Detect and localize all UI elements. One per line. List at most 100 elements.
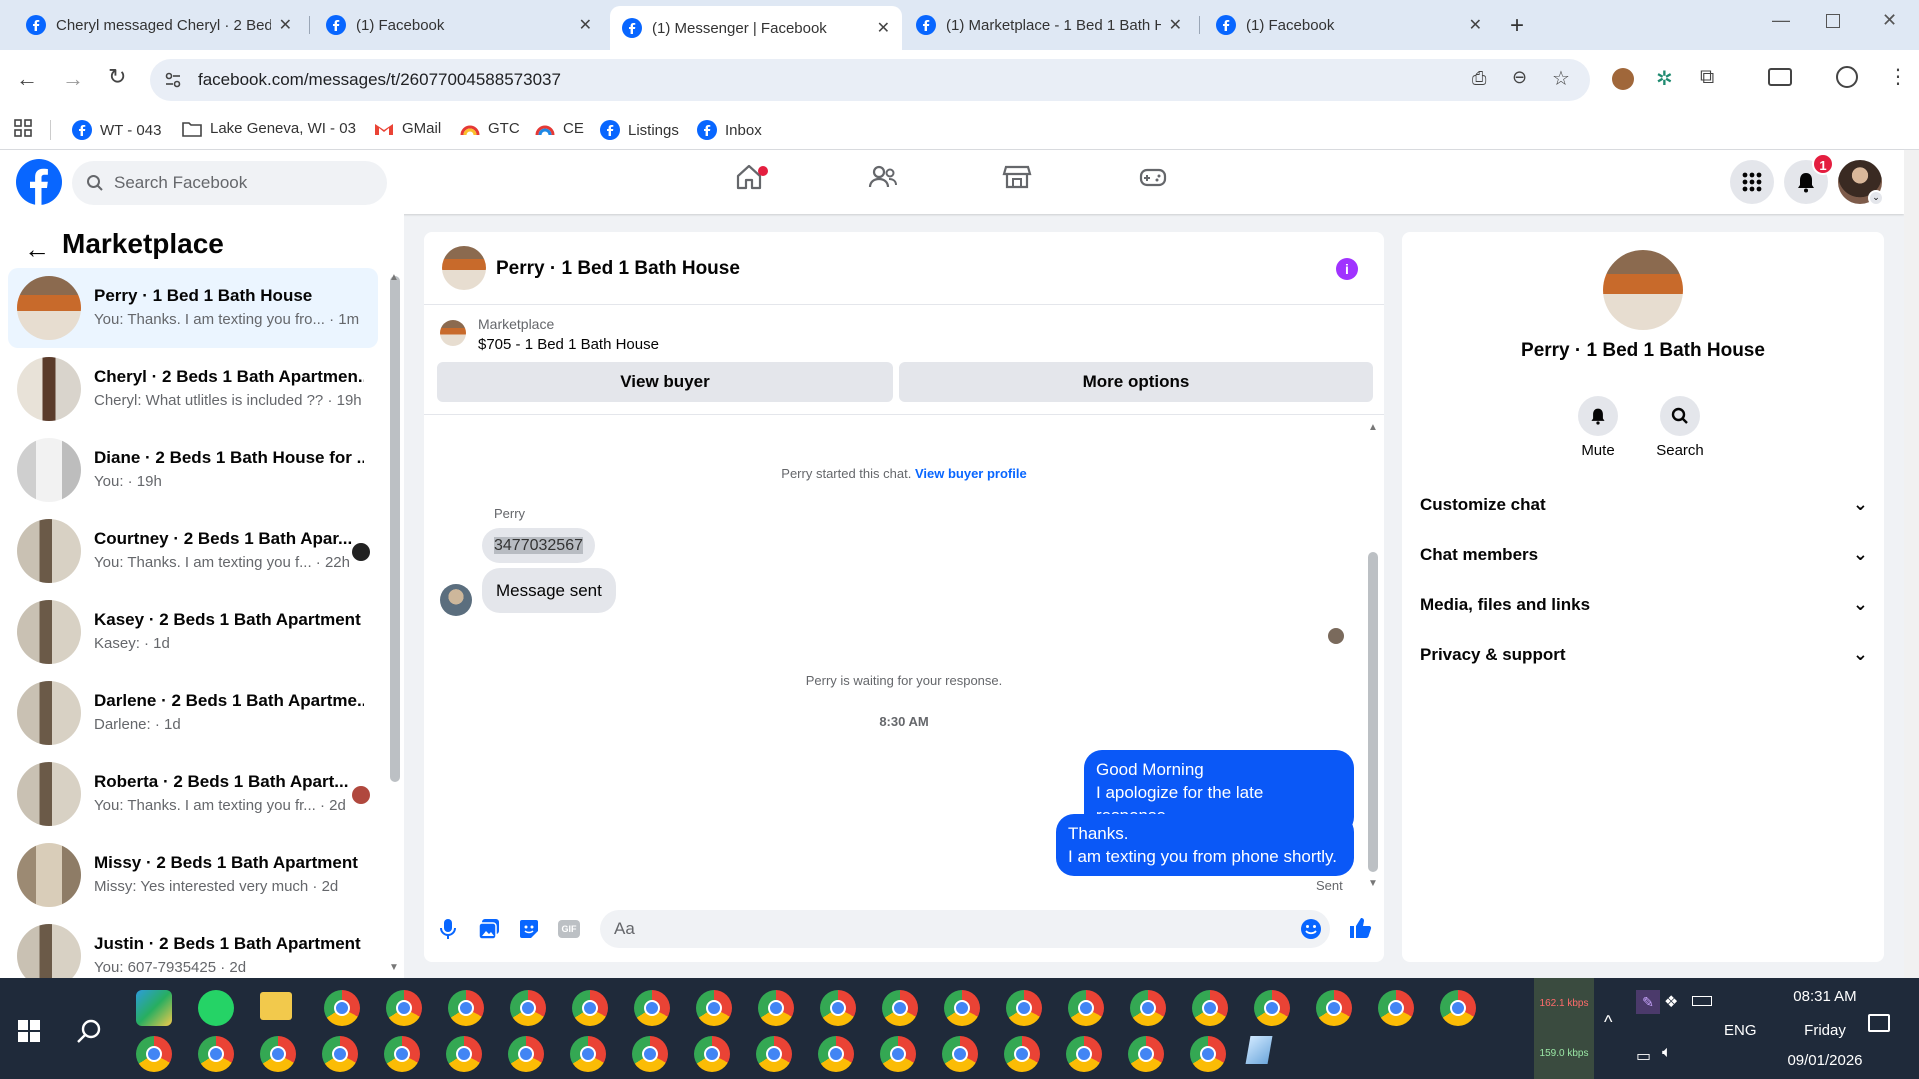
- notes-app-icon[interactable]: [1245, 1036, 1273, 1064]
- tab-facebook-2[interactable]: (1) Facebook ✕: [1204, 6, 1494, 44]
- chrome-icon[interactable]: [1192, 990, 1228, 1026]
- conversation-item[interactable]: Diane · 2 Beds 1 Bath House for ... You:…: [8, 430, 378, 510]
- chrome-icon[interactable]: [570, 1036, 606, 1072]
- scroll-down-icon[interactable]: ▼: [389, 962, 399, 973]
- chat-title[interactable]: Perry · 1 Bed 1 Bath House: [496, 258, 740, 280]
- cookie-extension-icon[interactable]: [1612, 68, 1634, 90]
- info-avatar[interactable]: [1603, 250, 1683, 330]
- search-chat-button[interactable]: [1660, 396, 1700, 436]
- apps-grid-icon[interactable]: [14, 119, 40, 137]
- url-text[interactable]: facebook.com/messages/t/2607700458857303…: [198, 70, 561, 90]
- volume-icon[interactable]: 🔈︎: [1662, 1044, 1672, 1062]
- whatsapp-icon[interactable]: [198, 990, 234, 1026]
- cast-icon[interactable]: [1768, 68, 1792, 86]
- site-info-icon[interactable]: [164, 71, 182, 89]
- chrome-icon[interactable]: [696, 990, 732, 1026]
- conversation-item[interactable]: Kasey · 2 Beds 1 Bath Apartment Kasey: ·…: [8, 592, 378, 672]
- conversation-item[interactable]: Perry · 1 Bed 1 Bath House You: Thanks. …: [8, 268, 378, 348]
- pen-icon[interactable]: ✎: [1636, 990, 1660, 1014]
- conversation-item[interactable]: Roberta · 2 Beds 1 Bath Apart... You: Th…: [8, 754, 378, 834]
- minimize-icon[interactable]: —: [1772, 10, 1790, 31]
- chrome-icon[interactable]: [572, 990, 608, 1026]
- chrome-icon[interactable]: [758, 990, 794, 1026]
- menu-icon[interactable]: ⋮: [1888, 64, 1908, 89]
- bookmark-gtc[interactable]: GTC: [460, 120, 520, 137]
- zoom-icon[interactable]: ⊖: [1512, 67, 1527, 88]
- chrome-icon[interactable]: [136, 1036, 172, 1072]
- bookmark-gmail[interactable]: GMail: [374, 120, 441, 137]
- chrome-icon[interactable]: [1068, 990, 1104, 1026]
- chrome-icon[interactable]: [446, 1036, 482, 1072]
- chrome-icon[interactable]: [944, 990, 980, 1026]
- chrome-icon[interactable]: [1254, 990, 1290, 1026]
- bookmark-ce[interactable]: CE: [535, 120, 584, 137]
- scroll-up-icon[interactable]: ▲: [389, 272, 399, 283]
- gif-icon[interactable]: GIF: [558, 920, 580, 938]
- chrome-icon[interactable]: [386, 990, 422, 1026]
- view-buyer-profile-link[interactable]: View buyer profile: [915, 466, 1027, 481]
- message-input[interactable]: Aa: [600, 910, 1330, 948]
- network-icon[interactable]: ▭: [1636, 1046, 1651, 1066]
- chrome-icon[interactable]: [322, 1036, 358, 1072]
- omnibox[interactable]: facebook.com/messages/t/2607700458857303…: [150, 59, 1590, 101]
- bookmark-listings[interactable]: Listings: [600, 120, 679, 140]
- chrome-icon[interactable]: [324, 990, 360, 1026]
- listing-price[interactable]: $705 - 1 Bed 1 Bath House: [478, 336, 659, 353]
- chrome-icon[interactable]: [756, 1036, 792, 1072]
- gaming-icon[interactable]: [1138, 162, 1168, 192]
- conversation-item[interactable]: Cheryl · 2 Beds 1 Bath Apartmen... Chery…: [8, 349, 378, 429]
- chrome-icon[interactable]: [632, 1036, 668, 1072]
- close-icon[interactable]: ✕: [877, 18, 890, 38]
- chrome-icon[interactable]: [694, 1036, 730, 1072]
- bookmark-inbox[interactable]: Inbox: [697, 120, 762, 140]
- close-icon[interactable]: ✕: [279, 15, 292, 35]
- sidebar-scrollbar[interactable]: [390, 276, 400, 782]
- sticker-icon[interactable]: [518, 918, 540, 940]
- close-icon[interactable]: ✕: [579, 15, 592, 35]
- emoji-icon[interactable]: [1300, 918, 1322, 940]
- tab-cheryl[interactable]: Cheryl messaged Cheryl · 2 Bed ✕: [14, 6, 304, 44]
- photo-icon[interactable]: [478, 918, 500, 940]
- chevron-up-icon[interactable]: ^: [1604, 1012, 1612, 1033]
- menu-grid-button[interactable]: [1730, 160, 1774, 204]
- view-buyer-button[interactable]: View buyer: [437, 362, 893, 402]
- chrome-icon[interactable]: [1316, 990, 1352, 1026]
- chrome-icon[interactable]: [1006, 990, 1042, 1026]
- windows-start-icon[interactable]: [18, 1020, 40, 1042]
- profile-icon[interactable]: [1836, 66, 1858, 88]
- marketplace-icon[interactable]: [1002, 162, 1032, 192]
- reload-icon[interactable]: ↻: [108, 64, 126, 90]
- more-options-button[interactable]: More options: [899, 362, 1373, 402]
- chrome-icon[interactable]: [634, 990, 670, 1026]
- message-bubble-outgoing[interactable]: Thanks. I am texting you from phone shor…: [1056, 814, 1354, 876]
- chrome-icon[interactable]: [510, 990, 546, 1026]
- close-icon[interactable]: ✕: [1169, 15, 1182, 35]
- chrome-icon[interactable]: [1128, 1036, 1164, 1072]
- chrome-icon[interactable]: [508, 1036, 544, 1072]
- chrome-icon[interactable]: [882, 990, 918, 1026]
- section-privacy-support[interactable]: Privacy & support ⌄: [1420, 644, 1868, 665]
- chrome-icon[interactable]: [1066, 1036, 1102, 1072]
- star-icon[interactable]: ☆: [1552, 66, 1570, 91]
- tab-facebook[interactable]: (1) Facebook ✕: [314, 6, 604, 44]
- back-arrow-icon[interactable]: ←: [24, 234, 50, 265]
- bookmark-lake-geneva[interactable]: Lake Geneva, WI - 03: [182, 120, 356, 137]
- section-customize-chat[interactable]: Customize chat ⌄: [1420, 494, 1868, 515]
- message-bubble[interactable]: 3477032567: [482, 528, 595, 563]
- notification-center-icon[interactable]: [1868, 1014, 1890, 1032]
- clock-time[interactable]: 08:31 AM: [1760, 988, 1890, 1005]
- puzzle-icon[interactable]: ⧉: [1700, 66, 1714, 89]
- scroll-up-icon[interactable]: ▲: [1368, 422, 1378, 433]
- chrome-icon[interactable]: [1378, 990, 1414, 1026]
- language-indicator[interactable]: ENG: [1724, 1022, 1757, 1039]
- chrome-icon[interactable]: [198, 1036, 234, 1072]
- close-icon[interactable]: ✕: [1469, 15, 1482, 35]
- message-bubble[interactable]: Message sent: [482, 568, 616, 613]
- dropbox-icon[interactable]: ❖: [1664, 992, 1678, 1012]
- extension-icon[interactable]: ✲: [1656, 66, 1673, 91]
- install-icon[interactable]: ⎙: [1472, 68, 1486, 89]
- facebook-logo-icon[interactable]: [16, 159, 62, 205]
- chrome-icon[interactable]: [448, 990, 484, 1026]
- chat-avatar[interactable]: [442, 246, 486, 290]
- tab-marketplace[interactable]: (1) Marketplace - 1 Bed 1 Bath H ✕: [904, 6, 1194, 44]
